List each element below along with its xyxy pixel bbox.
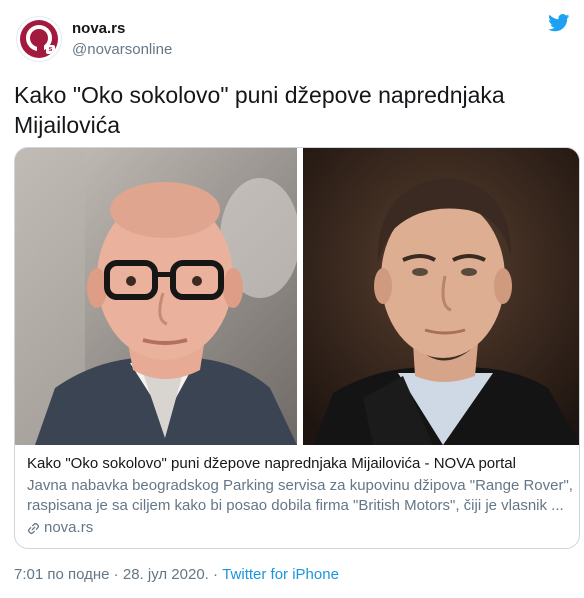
card-domain[interactable]: nova.rs [27, 518, 572, 538]
card-photo-right [303, 148, 579, 445]
author-display-name[interactable]: nova.rs [72, 20, 125, 37]
card-description: Javna nabavka beogradskog Parking servis… [27, 476, 572, 516]
tweet-text: Kako "Oko sokolovo" puni džepove napredn… [14, 80, 570, 140]
tweet-date[interactable]: 28. јул 2020. [123, 566, 209, 583]
tweet-header: s nova.rs @novarsonline [14, 12, 570, 62]
card-description-line: raspisana je sa ciljem kako bi posao dob… [27, 497, 564, 514]
link-card[interactable]: Kako "Oko sokolovo" puni džepove napredn… [14, 147, 580, 549]
tweet: s nova.rs @novarsonline Kako "Oko sokolo… [0, 0, 584, 598]
card-photo-left [15, 148, 297, 445]
nova-logo-icon: s [20, 20, 58, 58]
tweet-time[interactable]: 7:01 по подне [14, 566, 110, 583]
card-image[interactable] [15, 148, 579, 445]
link-icon [27, 522, 40, 534]
card-text[interactable]: Kako "Oko sokolovo" puni džepove napredn… [27, 454, 572, 538]
card-domain-text: nova.rs [44, 519, 94, 536]
card-title[interactable]: Kako "Oko sokolovo" puni džepove napredn… [27, 454, 572, 474]
meta-separator: · [109, 566, 123, 583]
tweet-source-link[interactable]: Twitter for iPhone [222, 566, 339, 583]
meta-separator: · [208, 566, 223, 583]
avatar[interactable]: s [16, 16, 62, 62]
card-description-line: Javna nabavka beogradskog Parking servis… [27, 477, 572, 494]
author-handle[interactable]: @novarsonline [72, 41, 172, 58]
tweet-text-line: Kako "Oko sokolovo" puni džepove napredn… [14, 82, 505, 108]
tweet-text-line: Mijailovića [14, 112, 121, 138]
twitter-bird-icon[interactable] [548, 14, 570, 32]
tweet-meta: 7:01 по подне · 28. јул 2020. · Twitter … [14, 566, 339, 583]
